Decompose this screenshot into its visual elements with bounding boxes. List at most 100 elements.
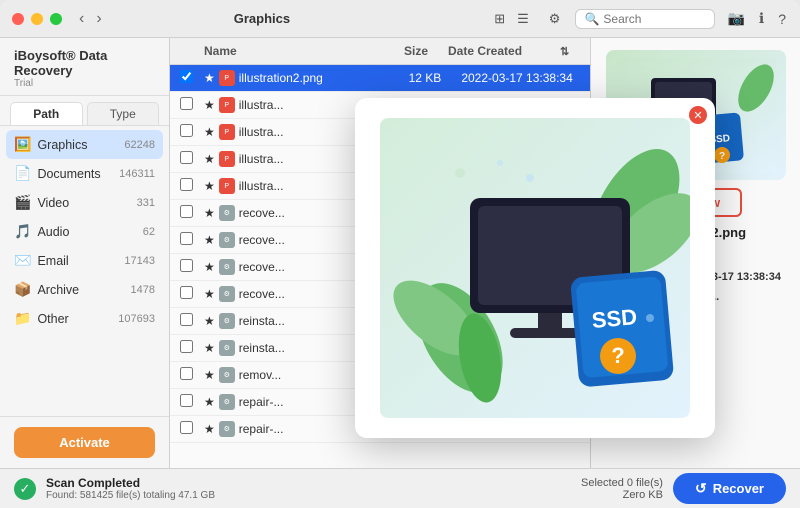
file-icon: ⚙ xyxy=(219,313,235,329)
file-type-indicator: ★ xyxy=(204,422,215,436)
file-icon: ⚙ xyxy=(219,232,235,248)
sidebar-item-audio[interactable]: 🎵 Audio 62 xyxy=(0,217,169,246)
search-icon: 🔍 xyxy=(584,12,599,26)
sidebar-item-count: 62248 xyxy=(124,139,155,151)
list-view-button[interactable]: ☰ xyxy=(512,9,534,29)
sidebar-item-count: 1478 xyxy=(131,284,155,296)
archive-icon: 📦 xyxy=(14,281,31,298)
row-checkbox[interactable] xyxy=(180,421,193,434)
scan-subtitle: Found: 581425 file(s) totaling 47.1 GB xyxy=(46,490,571,501)
svg-text:?: ? xyxy=(718,151,724,162)
row-checkbox[interactable] xyxy=(180,259,193,272)
col-name-header: Name xyxy=(204,44,353,58)
sort-icon[interactable]: ⇅ xyxy=(560,46,569,58)
file-icon: P xyxy=(219,70,235,86)
file-type-indicator: ★ xyxy=(204,152,215,166)
close-button[interactable] xyxy=(12,13,24,25)
selected-files-size: Zero KB xyxy=(581,489,663,501)
window-title: Graphics xyxy=(35,11,490,26)
row-checkbox[interactable] xyxy=(180,205,193,218)
file-name: illustra... xyxy=(239,179,284,193)
table-row[interactable]: ★ P illustration2.png 12 KB 2022-03-17 1… xyxy=(170,65,590,92)
file-icon: P xyxy=(219,97,235,113)
file-type-indicator: ★ xyxy=(204,287,215,301)
camera-icon[interactable]: 📷 xyxy=(725,8,746,29)
file-icon: P xyxy=(219,178,235,194)
toolbar-icons: ⊞ ☰ ⚙ 🔍 📷 ℹ ? xyxy=(489,8,788,29)
sidebar-item-email[interactable]: ✉️ Email 17143 xyxy=(0,246,169,275)
sidebar-item-count: 107693 xyxy=(118,313,155,325)
row-checkbox[interactable] xyxy=(180,97,193,110)
sidebar-item-label: Email xyxy=(37,254,118,268)
sidebar-item-label: Graphics xyxy=(37,138,118,152)
status-bar: ✓ Scan Completed Found: 581425 file(s) t… xyxy=(0,468,800,508)
sidebar-item-count: 62 xyxy=(143,226,155,238)
row-checkbox[interactable] xyxy=(180,70,193,83)
sidebar-item-archive[interactable]: 📦 Archive 1478 xyxy=(0,275,169,304)
sidebar-header: iBoysoft® Data Recovery Trial xyxy=(0,38,169,96)
tab-path[interactable]: Path xyxy=(10,102,83,125)
recover-label: Recover xyxy=(713,481,764,496)
documents-icon: 📄 xyxy=(14,165,31,182)
sidebar-item-label: Other xyxy=(37,312,112,326)
sidebar-item-video[interactable]: 🎬 Video 331 xyxy=(0,188,169,217)
popup-close-button[interactable]: ✕ xyxy=(689,106,707,124)
titlebar: ‹ › Graphics ⊞ ☰ ⚙ 🔍 📷 ℹ ? xyxy=(0,0,800,38)
sidebar: iBoysoft® Data Recovery Trial Path Type … xyxy=(0,38,170,468)
file-table-header: Name Size Date Created ⇅ xyxy=(170,38,590,65)
row-checkbox[interactable] xyxy=(180,313,193,326)
row-checkbox[interactable] xyxy=(180,394,193,407)
file-icon: P xyxy=(219,124,235,140)
help-icon[interactable]: ? xyxy=(776,9,788,29)
file-type-indicator: ★ xyxy=(204,206,215,220)
tab-type[interactable]: Type xyxy=(87,102,160,125)
file-name: illustra... xyxy=(239,152,284,166)
file-icon: ⚙ xyxy=(219,421,235,437)
recover-button[interactable]: ↺ Recover xyxy=(673,473,786,504)
file-type-indicator: ★ xyxy=(204,395,215,409)
selection-info: Selected 0 file(s) Zero KB xyxy=(581,477,663,501)
graphics-icon: 🖼️ xyxy=(14,136,31,153)
sidebar-item-graphics[interactable]: 🖼️ Graphics 62248 xyxy=(6,130,163,159)
file-name: remov... xyxy=(239,368,281,382)
search-input[interactable] xyxy=(603,12,706,26)
sidebar-item-label: Archive xyxy=(37,283,124,297)
grid-view-button[interactable]: ⊞ xyxy=(489,9,510,29)
row-checkbox[interactable] xyxy=(180,124,193,137)
file-type-indicator: ★ xyxy=(204,98,215,112)
file-name: recove... xyxy=(239,287,285,301)
recover-icon: ↺ xyxy=(695,480,707,497)
row-checkbox[interactable] xyxy=(180,151,193,164)
file-name: repair-... xyxy=(239,395,284,409)
sidebar-item-count: 17143 xyxy=(124,255,155,267)
sidebar-item-other[interactable]: 📁 Other 107693 xyxy=(0,304,169,333)
info-icon[interactable]: ℹ xyxy=(757,8,766,29)
file-size: 12 KB xyxy=(362,71,461,85)
file-icon: ⚙ xyxy=(219,205,235,221)
file-type-indicator: ★ xyxy=(204,125,215,139)
row-checkbox[interactable] xyxy=(180,178,193,191)
app-trial: Trial xyxy=(14,78,155,89)
row-checkbox[interactable] xyxy=(180,367,193,380)
file-date: 2022-03-17 13:38:34 xyxy=(461,71,580,85)
row-checkbox[interactable] xyxy=(180,232,193,245)
activate-button[interactable]: Activate xyxy=(14,427,155,458)
popup-overlay: ✕ xyxy=(355,98,715,438)
file-name: illustra... xyxy=(239,125,284,139)
file-type-indicator: ★ xyxy=(204,71,215,85)
audio-icon: 🎵 xyxy=(14,223,31,240)
scan-info: Scan Completed Found: 581425 file(s) tot… xyxy=(46,476,571,501)
file-type-indicator: ★ xyxy=(204,314,215,328)
col-date-header: Date Created xyxy=(448,44,560,58)
sidebar-item-label: Audio xyxy=(37,225,136,239)
sidebar-item-count: 146311 xyxy=(119,168,155,180)
filter-button[interactable]: ⚙ xyxy=(544,9,566,29)
sidebar-item-documents[interactable]: 📄 Documents 146311 xyxy=(0,159,169,188)
file-icon: ⚙ xyxy=(219,259,235,275)
row-checkbox[interactable] xyxy=(180,340,193,353)
file-type-indicator: ★ xyxy=(204,233,215,247)
row-checkbox[interactable] xyxy=(180,286,193,299)
file-name: reinsta... xyxy=(239,314,285,328)
popup-illustration: SSD ? xyxy=(380,118,690,418)
search-bar: 🔍 xyxy=(575,9,715,29)
